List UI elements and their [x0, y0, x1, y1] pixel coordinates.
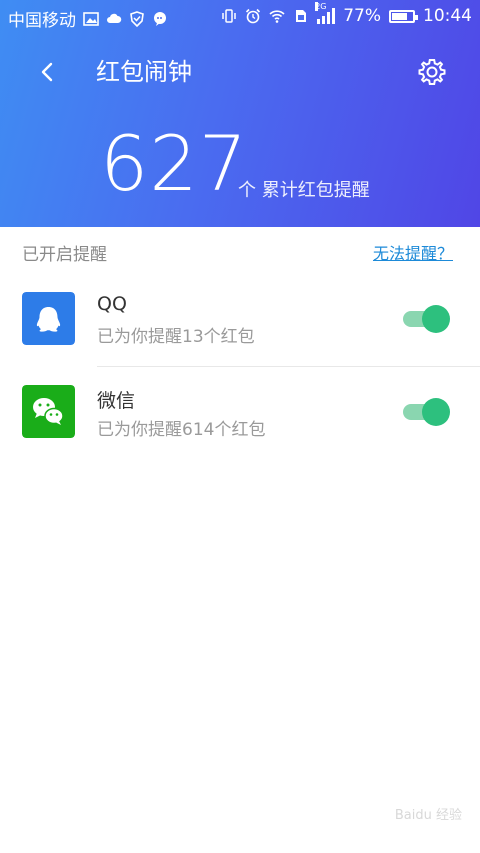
shield-icon	[130, 10, 144, 27]
list-item-wechat[interactable]: 微信 已为你提醒614个红包	[0, 366, 480, 458]
gallery-icon	[83, 11, 99, 26]
app-name: QQ	[97, 293, 127, 315]
sim-icon	[296, 10, 307, 22]
network-type-label: 2G	[315, 2, 327, 11]
page-title: 红包闹钟	[96, 58, 192, 86]
wechat-icon	[22, 385, 75, 438]
app-name: 微信	[97, 390, 136, 412]
toggle-knob	[422, 305, 450, 333]
status-bar: 中国移动 2G 77% 10:44	[0, 0, 480, 34]
battery-fill	[392, 12, 408, 20]
battery-icon	[389, 9, 418, 23]
list-item-qq[interactable]: QQ 已为你提醒13个红包	[0, 273, 480, 365]
section-title: 已开启提醒	[22, 245, 107, 265]
carrier-label: 中国移动	[8, 11, 76, 31]
alarm-icon	[246, 8, 261, 24]
watermark: Baidu 经验	[394, 808, 462, 823]
app-subtitle: 已为你提醒13个红包	[97, 327, 255, 347]
clock: 10:44	[423, 6, 472, 26]
battery-percent: 77%	[343, 6, 381, 26]
total-count: 627	[100, 119, 249, 208]
section-header: 已开启提醒 无法提醒？	[0, 227, 480, 273]
wifi-icon	[269, 10, 285, 23]
gear-icon[interactable]	[416, 56, 448, 88]
app-subtitle: 已为你提醒614个红包	[97, 420, 266, 440]
toolbar: 红包闹钟	[0, 48, 480, 96]
back-arrow-icon[interactable]	[32, 56, 64, 88]
qq-toggle[interactable]	[403, 305, 450, 333]
wechat-toggle[interactable]	[403, 398, 450, 426]
cloud-icon	[107, 13, 122, 23]
vibrate-icon	[222, 9, 236, 23]
qq-icon	[22, 292, 75, 345]
chat-bubble-icon	[154, 11, 166, 26]
reminder-counter: 627 个 累计红包提醒	[100, 119, 370, 208]
cannot-remind-link[interactable]: 无法提醒？	[373, 240, 453, 264]
toggle-knob	[422, 398, 450, 426]
total-count-unit: 个 累计红包提醒	[238, 180, 370, 201]
header-banner: 中国移动 2G 77% 10:44 红包闹钟 627 个 累计红包提醒	[0, 0, 480, 227]
signal-icon: 2G	[315, 2, 336, 24]
